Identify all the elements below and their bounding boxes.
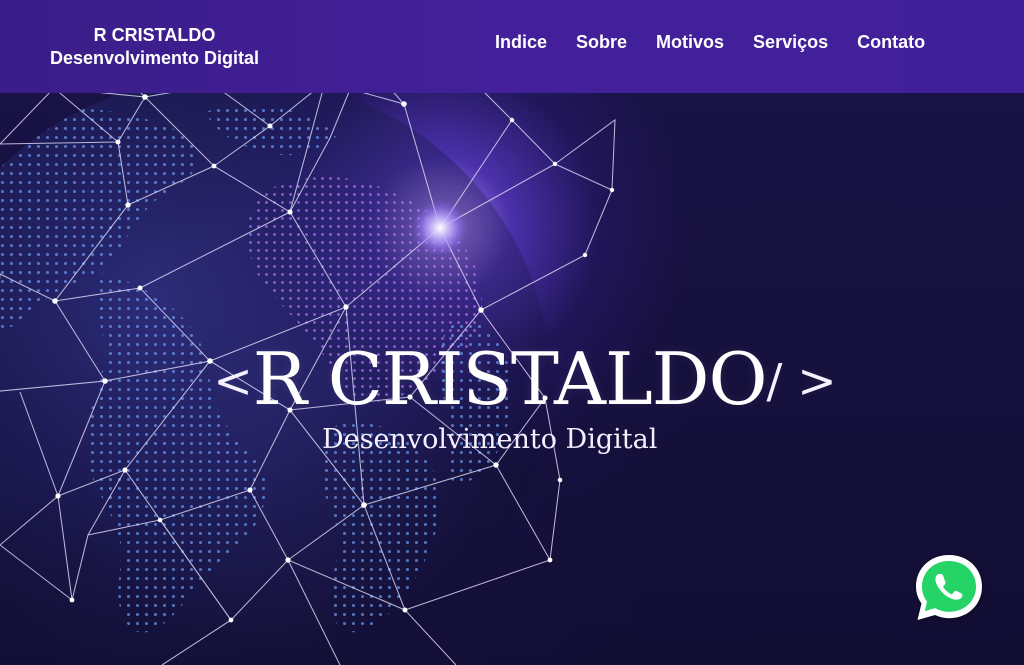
hero-title-text: R CRISTALDO <box>252 337 768 422</box>
brand-tagline: Desenvolvimento Digital <box>49 48 260 68</box>
whatsapp-icon[interactable] <box>910 550 988 626</box>
hero-title: <R CRISTALDO/ > <box>195 343 855 415</box>
nav-link-contato[interactable]: Contato <box>857 31 925 53</box>
light-flare <box>412 200 468 256</box>
landing-page: R CRISTALDO Desenvolvimento Digital Indi… <box>0 0 1024 665</box>
hero-subtitle: Desenvolvimento Digital <box>322 424 658 455</box>
nav-link-sobre[interactable]: Sobre <box>576 31 627 53</box>
nav-link-servicos[interactable]: Serviços <box>753 31 828 53</box>
site-header: R CRISTALDO Desenvolvimento Digital Indi… <box>0 0 1024 93</box>
hero-close-code-mark: / > <box>766 354 837 410</box>
nav-link-motivos[interactable]: Motivos <box>656 31 724 53</box>
nav-link-indice[interactable]: Indice <box>495 31 547 53</box>
brand-logo-text[interactable]: R CRISTALDO Desenvolvimento Digital <box>22 24 287 70</box>
brand-name: R CRISTALDO <box>93 25 216 45</box>
hero-background-graphic <box>0 27 616 665</box>
hero-open-code-mark: < <box>213 354 253 410</box>
primary-navigation: Indice Sobre Motivos Serviços Contato <box>495 31 925 53</box>
